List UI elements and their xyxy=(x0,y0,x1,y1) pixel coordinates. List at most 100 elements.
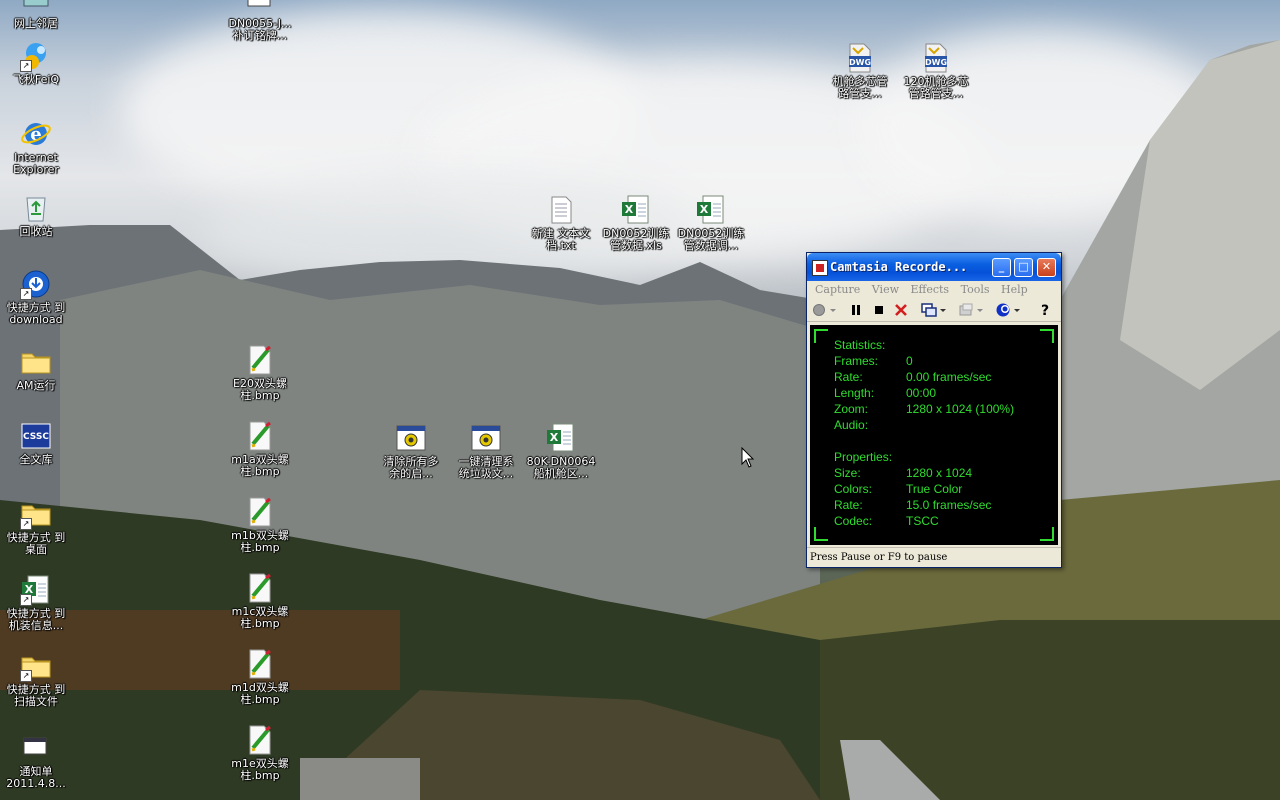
desktop-icon-label: 80K-DN0064 船机舱区... xyxy=(526,455,596,480)
title-bar[interactable]: Camtasia Recorde... _ □ ✕ xyxy=(807,253,1061,281)
desktop-icon-recycle[interactable]: 回收站 xyxy=(0,192,74,238)
svg-text:X: X xyxy=(550,431,559,444)
desktop-icon-clear[interactable]: 清除所有多 余的启... xyxy=(373,422,449,480)
minimize-button[interactable]: _ xyxy=(992,258,1011,277)
maximize-button[interactable]: □ xyxy=(1014,258,1033,277)
stat-key: Rate: xyxy=(834,498,863,512)
desktop-icon-label: 一键清理系 统垃圾文... xyxy=(458,455,514,480)
shortcut-arrow-icon: ↗ xyxy=(20,518,32,530)
svg-text:CSSC: CSSC xyxy=(23,432,49,442)
desktop-icon-notice[interactable]: 通知单 2011.4.8... xyxy=(0,732,74,790)
excel-icon: X xyxy=(695,194,727,226)
desktop-icon-label: m1b双头螺 柱.bmp xyxy=(231,529,289,554)
property-row: Codec: TSCC xyxy=(834,513,1014,529)
delete-icon[interactable] xyxy=(893,302,909,318)
property-row: Size: 1280 x 1024 xyxy=(834,465,1014,481)
record-dropdown-icon[interactable] xyxy=(829,302,837,318)
region-dropdown-icon[interactable] xyxy=(939,302,947,318)
desktop-icon-label: 清除所有多 余的启... xyxy=(383,455,439,480)
recycle-bin-icon xyxy=(20,192,52,224)
desktop-icon-neighborhood[interactable]: 网上邻居 xyxy=(0,0,74,30)
network-icon xyxy=(20,0,52,16)
desktop-icon-label: m1d双头螺 柱.bmp xyxy=(231,681,289,706)
desktop-icon-label: 新建 文本文 档.txt xyxy=(531,227,591,252)
stat-value: 0.00 frames/sec xyxy=(906,370,992,384)
folder-icon xyxy=(20,346,52,378)
bmp-icon xyxy=(244,724,276,756)
statistics-header: Statistics: xyxy=(834,337,1014,353)
effects-dropdown-icon[interactable] xyxy=(976,302,984,318)
desktop-icon-label: 120机舱多芯 管路管支... xyxy=(903,75,969,100)
svg-text:DWG: DWG xyxy=(849,58,871,67)
stat-key: Properties: xyxy=(834,450,893,464)
desktop-icon-dwg1[interactable]: DWG 机舱多芯管 路管支... xyxy=(822,42,898,100)
desktop-icon-m1a[interactable]: m1a双头螺 柱.bmp xyxy=(222,420,298,478)
svg-text:?: ? xyxy=(1041,303,1049,318)
desktop-icon-scan[interactable]: ↗ 快捷方式 到 扫描文件 xyxy=(0,650,74,708)
desktop-icon-label: 快捷方式 到 扫描文件 xyxy=(6,683,66,708)
desktop-icon-m1b[interactable]: m1b双头螺 柱.bmp xyxy=(222,496,298,554)
camtasia-app-icon xyxy=(812,260,828,276)
menu-view[interactable]: View xyxy=(868,281,903,298)
desktop-icon-e20[interactable]: E20双头螺 柱.bmp xyxy=(222,344,298,402)
excel-icon: X ↗ xyxy=(20,574,52,606)
stat-row: Frames: 0 xyxy=(834,353,1014,369)
pause-icon[interactable] xyxy=(848,302,864,318)
desktop-icon-oneclick[interactable]: 一键清理系 统垃圾文... xyxy=(448,422,524,480)
menu-tools[interactable]: Tools xyxy=(957,281,994,298)
bmp-icon xyxy=(244,648,276,680)
desktop-icon-feiq[interactable]: ↗ 飞秋FeiQ xyxy=(0,40,74,86)
effects-icon[interactable] xyxy=(958,302,974,318)
webcam-icon[interactable] xyxy=(995,302,1011,318)
dwg-icon: DWG xyxy=(844,42,876,74)
menu-effects[interactable]: Effects xyxy=(907,281,954,298)
desktop-icon-ie[interactable]: e Internet Explorer xyxy=(0,118,74,176)
desktop-icon-dn0052b[interactable]: X DN0052训练 管数据调... xyxy=(673,194,749,252)
menu-capture[interactable]: Capture xyxy=(811,281,864,298)
dwg-icon: DWG xyxy=(920,42,952,74)
desktop-icon-download[interactable]: ↗ 快捷方式 到 download xyxy=(0,268,74,326)
cssc-icon: CSSC xyxy=(20,420,52,452)
properties-header: Properties: xyxy=(834,449,1014,465)
desktop-icon-m1c[interactable]: m1c双头螺 柱.bmp xyxy=(222,572,298,630)
stat-row: Zoom: 1280 x 1024 (100%) xyxy=(834,401,1014,417)
stat-key: Length: xyxy=(834,386,875,400)
stat-value: 1280 x 1024 (100%) xyxy=(906,402,1015,416)
capture-region-icon[interactable] xyxy=(921,302,937,318)
desktop-icon-machine-info[interactable]: X ↗ 快捷方式 到 机装信息... xyxy=(0,574,74,632)
desktop-icon-m1d[interactable]: m1d双头螺 柱.bmp xyxy=(222,648,298,706)
stat-key: Frames: xyxy=(834,354,879,368)
stop-icon[interactable] xyxy=(871,302,887,318)
desktop-icon-m1e[interactable]: m1e双头螺 柱.bmp xyxy=(222,724,298,782)
desktop-icon-am[interactable]: AM运行 xyxy=(0,346,74,392)
bmp-icon xyxy=(244,344,276,376)
stat-key: Codec: xyxy=(834,514,873,528)
webcam-dropdown-icon[interactable] xyxy=(1013,302,1021,318)
close-button[interactable]: ✕ xyxy=(1037,258,1056,277)
desktop-icon-80k[interactable]: X 80K-DN0064 船机舱区... xyxy=(523,422,599,480)
stat-row: Audio: xyxy=(834,417,1014,433)
property-row: Rate: 15.0 frames/sec xyxy=(834,497,1014,513)
property-row: Colors: True Color xyxy=(834,481,1014,497)
stat-key: Zoom: xyxy=(834,402,869,416)
statistics-panel: Statistics: Frames: 0 Rate: 0.00 frames/sec L… xyxy=(810,325,1058,545)
desktop-icon-newtxt[interactable]: 新建 文本文 档.txt xyxy=(523,194,599,252)
bmp-icon xyxy=(244,496,276,528)
menu-help[interactable]: Help xyxy=(997,281,1032,298)
desktop-icon-dn0052a[interactable]: X DN0052训练 管数据.xls xyxy=(598,194,674,252)
document-icon xyxy=(20,732,52,764)
help-icon[interactable]: ? xyxy=(1037,302,1053,318)
camtasia-recorder-window[interactable]: Camtasia Recorde... _ □ ✕ Capture View E… xyxy=(806,252,1062,568)
desktop-icon-label: 全文库 xyxy=(19,453,53,466)
desktop-icon-label: 快捷方式 到 download xyxy=(6,301,66,326)
desktop-icon-label: Internet Explorer xyxy=(13,151,59,176)
record-icon[interactable] xyxy=(812,302,828,318)
desktop-icon-desktop-shortcut[interactable]: ↗ 快捷方式 到 桌面 xyxy=(0,498,74,556)
desktop-icon-dwg2[interactable]: DWG 120机舱多芯 管路管支... xyxy=(898,42,974,100)
desktop-icon-label: DN0052训练 管数据调... xyxy=(677,227,745,252)
desktop-icon-dn0055[interactable]: DN0055-J... 补订铭牌... xyxy=(222,0,298,42)
desktop-icon-wenku[interactable]: CSSC 全文库 xyxy=(0,420,74,466)
folder-icon: ↗ xyxy=(20,650,52,682)
mouse-cursor-icon xyxy=(741,447,755,468)
desktop-wallpaper xyxy=(0,0,1280,800)
